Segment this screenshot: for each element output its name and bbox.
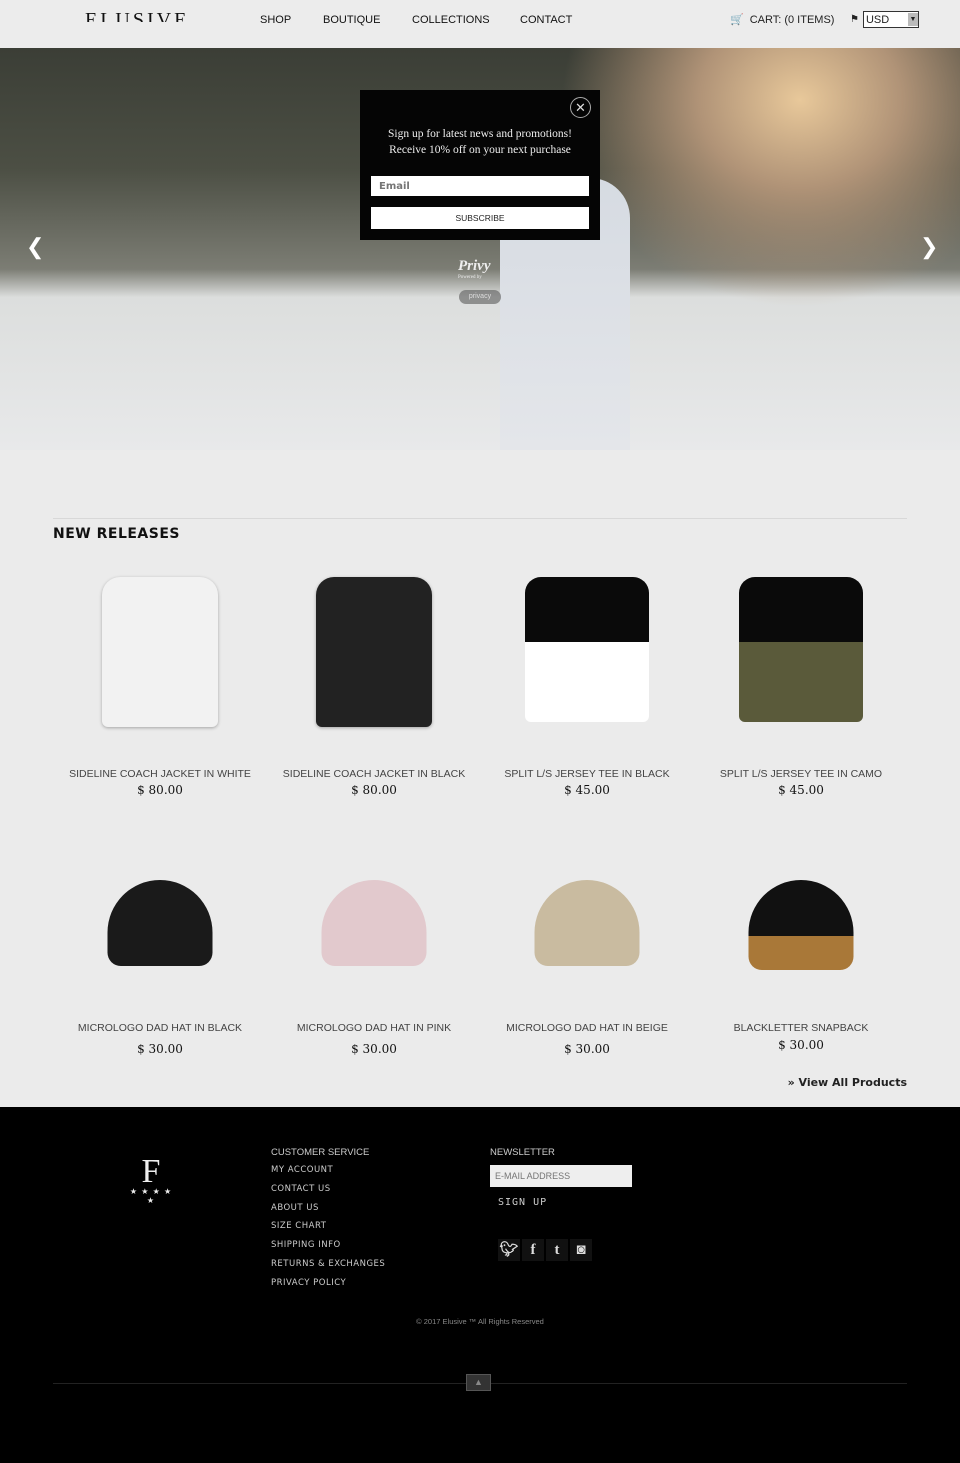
footer-link[interactable]: SHIPPING INFO <box>271 1240 341 1250</box>
footer-logo: F ★ ★ ★ ★ ★ <box>129 1153 173 1206</box>
cart-link[interactable]: 🛒 CART: (0 ITEMS) <box>730 13 835 27</box>
product-card[interactable]: SPLIT L/S JERSEY TEE IN CAMO $ 45.00 <box>694 565 908 797</box>
flag-icon: ⚑ <box>850 14 859 25</box>
product-name[interactable]: SPLIT L/S JERSEY TEE IN CAMO <box>694 768 908 780</box>
product-price: $ 80.00 <box>137 783 183 797</box>
privacy-link[interactable]: privacy <box>459 290 501 304</box>
back-to-top-icon[interactable]: ▲ <box>466 1374 491 1391</box>
footer-link[interactable]: PRIVACY POLICY <box>271 1278 346 1288</box>
next-slide-icon[interactable]: ❯ <box>920 234 938 260</box>
currency-select[interactable]: USD ▼ <box>862 11 919 28</box>
product-image[interactable] <box>53 820 267 1000</box>
sign-up-button[interactable]: SIGN UP <box>498 1197 547 1208</box>
product-name[interactable]: BLACKLETTER SNAPBACK <box>694 1022 908 1034</box>
newsletter-email-input[interactable] <box>490 1165 632 1187</box>
footer-link[interactable]: ABOUT US <box>271 1203 319 1213</box>
currency-value: USD <box>865 13 890 26</box>
privy-logo[interactable]: Privy Powered by <box>458 258 490 280</box>
cart-icon: 🛒 <box>730 14 744 26</box>
product-image[interactable] <box>267 820 481 1000</box>
signup-popup: ✕ Sign up for latest news and promotions… <box>360 90 600 240</box>
facebook-icon[interactable]: f <box>522 1239 544 1261</box>
product-name[interactable]: MICROLOGO DAD HAT IN PINK <box>267 1022 481 1034</box>
product-price: $ 30.00 <box>351 1042 397 1056</box>
product-price: $ 80.00 <box>351 783 397 797</box>
product-card[interactable]: MICROLOGO DAD HAT IN BEIGE $ 30.00 <box>480 820 694 1056</box>
close-icon[interactable]: ✕ <box>570 97 591 118</box>
divider <box>53 518 907 519</box>
header: ELUSIVE SHOP BOUTIQUE COLLECTIONS CONTAC… <box>0 0 960 48</box>
product-card[interactable]: SPLIT L/S JERSEY TEE IN BLACK $ 45.00 <box>480 565 694 797</box>
product-price: $ 30.00 <box>564 1042 610 1056</box>
logo[interactable]: ELUSIVE <box>85 8 189 22</box>
view-all-products-link[interactable]: » View All Products <box>788 1076 907 1089</box>
footer: F ★ ★ ★ ★ ★ CUSTOMER SERVICE MY ACCOUNT C… <box>0 1107 960 1463</box>
customer-service-heading: CUSTOMER SERVICE <box>271 1147 370 1158</box>
product-name[interactable]: SIDELINE COACH JACKET IN BLACK <box>267 768 481 780</box>
nav-shop[interactable]: SHOP <box>260 14 291 26</box>
product-price: $ 45.00 <box>778 783 824 797</box>
nav-contact[interactable]: CONTACT <box>520 14 572 26</box>
product-card[interactable]: MICROLOGO DAD HAT IN BLACK $ 30.00 <box>53 820 267 1056</box>
product-name[interactable]: SIDELINE COACH JACKET IN WHITE <box>53 768 267 780</box>
section-title: NEW RELEASES <box>53 526 180 542</box>
nav-collections[interactable]: COLLECTIONS <box>412 14 490 26</box>
twitter-icon[interactable]: 🐦︎ <box>498 1239 520 1261</box>
copyright: © 2017 Elusive ™ All Rights Reserved <box>416 1317 544 1326</box>
product-image[interactable] <box>480 565 694 745</box>
newsletter-heading: NEWSLETTER <box>490 1147 555 1158</box>
popup-email-input[interactable] <box>371 176 589 196</box>
footer-link[interactable]: SIZE CHART <box>271 1221 326 1231</box>
subscribe-button[interactable]: SUBSCRIBE <box>371 207 589 229</box>
cart-label: CART: (0 ITEMS) <box>749 13 835 26</box>
product-price: $ 30.00 <box>137 1042 183 1056</box>
prev-slide-icon[interactable]: ❮ <box>26 234 44 260</box>
footer-link[interactable]: MY ACCOUNT <box>271 1165 333 1175</box>
product-price: $ 30.00 <box>778 1038 824 1052</box>
product-card[interactable]: MICROLOGO DAD HAT IN PINK $ 30.00 <box>267 820 481 1056</box>
popup-line1: Sign up for latest news and promotions! <box>388 128 572 140</box>
product-image[interactable] <box>694 820 908 1000</box>
tumblr-icon[interactable]: t <box>546 1239 568 1261</box>
product-price: $ 45.00 <box>564 783 610 797</box>
nav-boutique[interactable]: BOUTIQUE <box>323 14 380 26</box>
product-card[interactable]: SIDELINE COACH JACKET IN BLACK $ 80.00 <box>267 565 481 797</box>
product-image[interactable] <box>53 565 267 745</box>
product-name[interactable]: MICROLOGO DAD HAT IN BEIGE <box>480 1022 694 1034</box>
product-image[interactable] <box>267 565 481 745</box>
product-image[interactable] <box>694 565 908 745</box>
chevron-down-icon: ▼ <box>907 13 918 26</box>
product-image[interactable] <box>480 820 694 1000</box>
product-name[interactable]: MICROLOGO DAD HAT IN BLACK <box>53 1022 267 1034</box>
product-name[interactable]: SPLIT L/S JERSEY TEE IN BLACK <box>480 768 694 780</box>
popup-line2: Receive 10% off on your next purchase <box>389 144 571 156</box>
product-card[interactable]: SIDELINE COACH JACKET IN WHITE $ 80.00 <box>53 565 267 797</box>
footer-link[interactable]: CONTACT US <box>271 1184 331 1194</box>
product-card[interactable]: BLACKLETTER SNAPBACK $ 30.00 <box>694 820 908 1052</box>
footer-link[interactable]: RETURNS & EXCHANGES <box>271 1259 385 1269</box>
instagram-icon[interactable]: ◙ <box>570 1239 592 1261</box>
